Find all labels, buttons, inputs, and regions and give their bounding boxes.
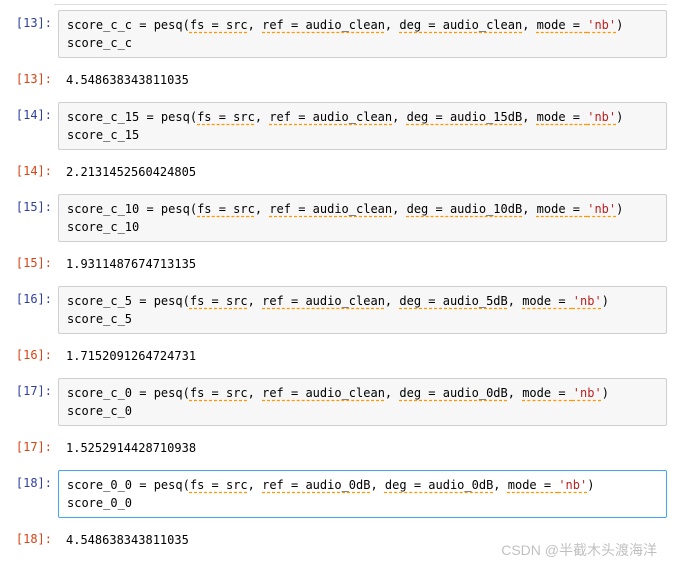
- input-cell: [16]: score_c_5 = pesq(fs = src, ref = au…: [8, 286, 667, 334]
- cell-prompt[interactable]: [16]:: [8, 342, 58, 362]
- code-area[interactable]: score_0_0 = pesq(fs = src, ref = audio_0…: [58, 470, 667, 518]
- code-line: score_c_15 = pesq(fs = src, ref = audio_…: [67, 108, 658, 126]
- cell-prompt[interactable]: [15]:: [8, 194, 58, 214]
- output-text: 1.5252914428710938: [58, 434, 667, 462]
- cell-prompt[interactable]: [17]:: [8, 378, 58, 398]
- code-line: score_0_0 = pesq(fs = src, ref = audio_0…: [67, 476, 658, 494]
- code-line: score_c_0 = pesq(fs = src, ref = audio_c…: [67, 384, 658, 402]
- output-text: 1.9311487674713135: [58, 250, 667, 278]
- code-line: score_0_0: [67, 494, 658, 512]
- notebook-area: [13]: score_c_c = pesq(fs = src, ref = au…: [8, 10, 667, 554]
- output-cell: [16]:1.7152091264724731: [8, 342, 667, 370]
- input-cell: [15]: score_c_10 = pesq(fs = src, ref = a…: [8, 194, 667, 242]
- input-cell: [13]: score_c_c = pesq(fs = src, ref = au…: [8, 10, 667, 58]
- output-cell: [14]:2.2131452560424805: [8, 158, 667, 186]
- output-cell: [18]:4.548638343811035: [8, 526, 667, 554]
- code-area[interactable]: score_c_10 = pesq(fs = src, ref = audio_…: [58, 194, 667, 242]
- code-area[interactable]: score_c_15 = pesq(fs = src, ref = audio_…: [58, 102, 667, 150]
- cell-prompt[interactable]: [13]:: [8, 66, 58, 86]
- code-line: score_c_c: [67, 34, 658, 52]
- cell-prompt[interactable]: [18]:: [8, 526, 58, 546]
- input-cell: [17]: score_c_0 = pesq(fs = src, ref = au…: [8, 378, 667, 426]
- code-line: score_c_0: [67, 402, 658, 420]
- code-line: score_c_10 = pesq(fs = src, ref = audio_…: [67, 200, 658, 218]
- code-area[interactable]: score_c_c = pesq(fs = src, ref = audio_c…: [58, 10, 667, 58]
- cell-prompt[interactable]: [16]:: [8, 286, 58, 306]
- output-cell: [17]:1.5252914428710938: [8, 434, 667, 462]
- code-line: score_c_c = pesq(fs = src, ref = audio_c…: [67, 16, 658, 34]
- cell-prompt[interactable]: [14]:: [8, 102, 58, 122]
- input-cell: [14]: score_c_15 = pesq(fs = src, ref = a…: [8, 102, 667, 150]
- output-cell: [15]:1.9311487674713135: [8, 250, 667, 278]
- output-cell: [13]:4.548638343811035: [8, 66, 667, 94]
- code-area[interactable]: score_c_0 = pesq(fs = src, ref = audio_c…: [58, 378, 667, 426]
- output-text: 4.548638343811035: [58, 526, 667, 554]
- cell-prompt[interactable]: [15]:: [8, 250, 58, 270]
- code-line: score_c_10: [67, 218, 658, 236]
- code-line: score_c_5 = pesq(fs = src, ref = audio_c…: [67, 292, 658, 310]
- output-text: 2.2131452560424805: [58, 158, 667, 186]
- cell-prompt[interactable]: [13]:: [8, 10, 58, 30]
- input-cell: [18]: score_0_0 = pesq(fs = src, ref = au…: [8, 470, 667, 518]
- output-text: 1.7152091264724731: [58, 342, 667, 370]
- cell-prompt[interactable]: [14]:: [8, 158, 58, 178]
- cell-prompt[interactable]: [18]:: [8, 470, 58, 490]
- code-line: score_c_15: [67, 126, 658, 144]
- code-line: score_c_5: [67, 310, 658, 328]
- cell-prompt[interactable]: [17]:: [8, 434, 58, 454]
- code-area[interactable]: score_c_5 = pesq(fs = src, ref = audio_c…: [58, 286, 667, 334]
- top-separator: [54, 4, 667, 6]
- output-text: 4.548638343811035: [58, 66, 667, 94]
